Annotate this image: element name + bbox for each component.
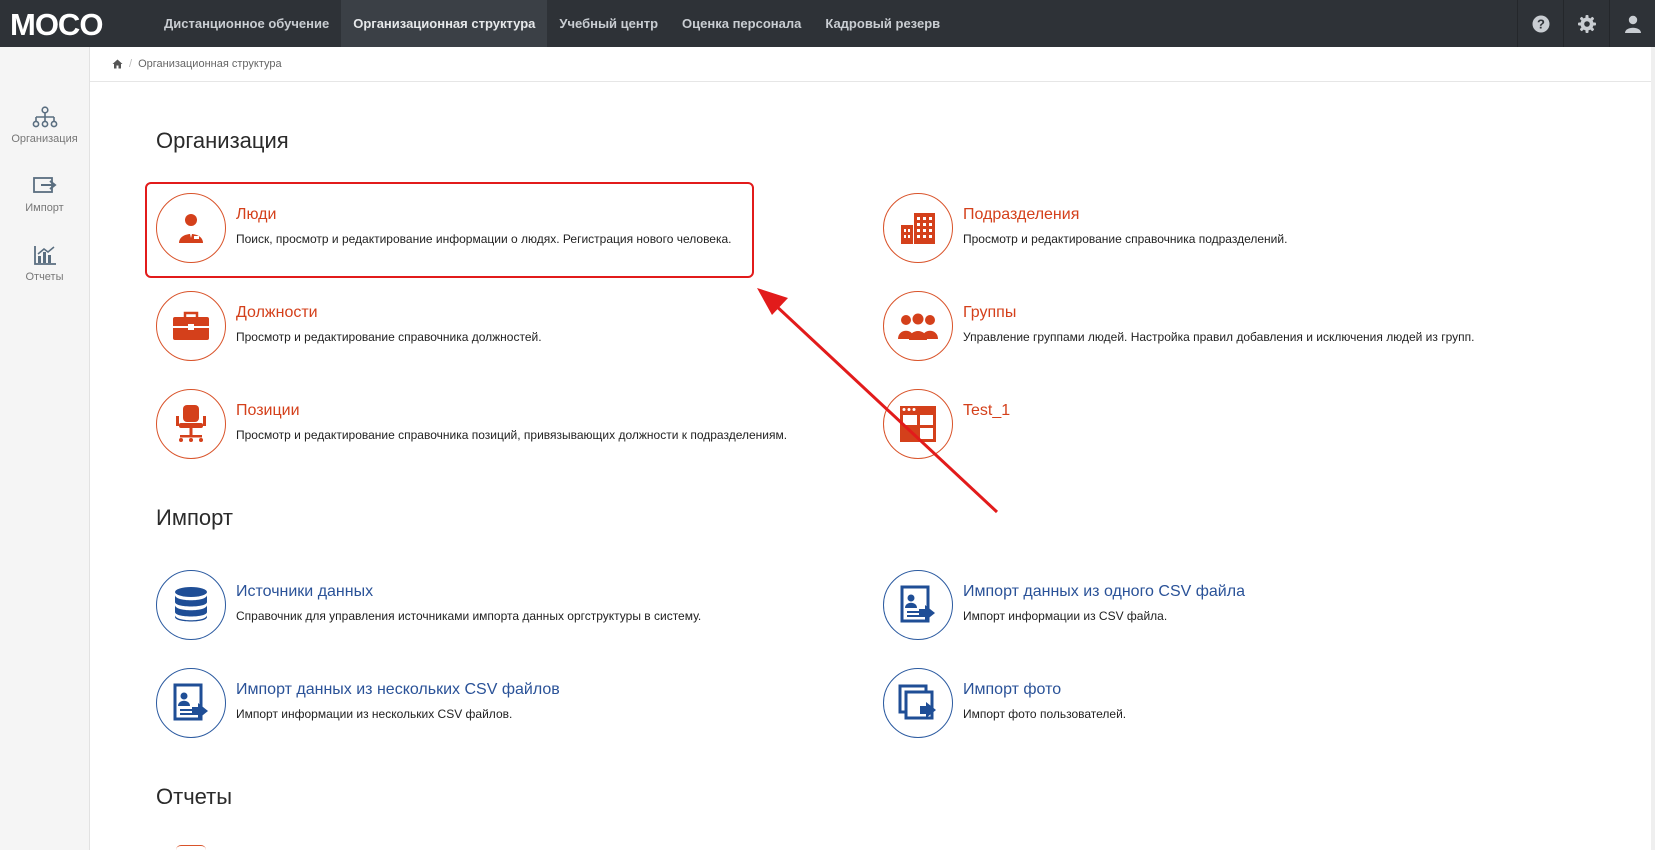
card-icon-circle	[883, 193, 953, 263]
sidebar-item-label: Импорт	[25, 202, 64, 214]
card-description: Управление группами людей. Настройка пра…	[963, 330, 1475, 344]
card-description: Импорт фото пользователей.	[963, 707, 1127, 721]
csv-multi-import-icon	[173, 683, 208, 721]
card-title[interactable]: Позиции	[236, 402, 787, 420]
partial-card-circle	[176, 845, 206, 850]
office-chair-icon	[176, 405, 206, 442]
sidebar-item-label: Организация	[11, 133, 78, 145]
question-icon: ?	[1532, 15, 1549, 32]
briefcase-icon	[173, 311, 209, 340]
card-data-sources[interactable]: Источники данных Справочник для управлен…	[156, 570, 796, 646]
card-test-1[interactable]: Test_1	[883, 389, 1523, 465]
help-button[interactable]: ?	[1517, 0, 1563, 47]
card-title[interactable]: Должности	[236, 304, 542, 322]
nav-org-structure[interactable]: Организационная структура	[341, 0, 548, 47]
nav-talent-pool[interactable]: Кадровый резерв	[813, 0, 952, 47]
top-bar: MOCO Дистанционное обучение Организацион…	[0, 0, 1655, 47]
card-icon-circle	[156, 570, 226, 640]
main-nav: Дистанционное обучение Организационная с…	[152, 0, 952, 47]
home-icon[interactable]	[112, 59, 123, 69]
card-icon-circle	[156, 668, 226, 738]
user-icon	[1624, 15, 1641, 33]
section-title-organization: Организация	[156, 128, 289, 153]
database-icon	[175, 587, 207, 622]
card-icon-circle	[883, 291, 953, 361]
card-title[interactable]: Импорт фото	[963, 681, 1126, 699]
sidebar-item-label: Отчеты	[25, 271, 64, 283]
card-title[interactable]: Подразделения	[963, 206, 1287, 224]
card-photo-import[interactable]: Импорт фото Импорт фото пользователей.	[883, 668, 1523, 744]
sidebar-item-import[interactable]: Импорт	[0, 160, 89, 229]
group-icon	[898, 313, 938, 340]
card-positions[interactable]: Позиции Просмотр и редактирование справо…	[156, 389, 796, 465]
photo-import-icon	[898, 684, 936, 720]
svg-text:?: ?	[1537, 16, 1545, 31]
gear-icon	[1577, 14, 1596, 33]
card-icon-circle	[883, 389, 953, 459]
moco-logo[interactable]: MOCO	[0, 0, 152, 47]
card-icon-circle	[156, 291, 226, 361]
window-layout-icon	[900, 406, 936, 442]
logo-icon: MOCO	[10, 9, 103, 39]
card-single-csv-import[interactable]: Импорт данных из одного CSV файла Импорт…	[883, 570, 1523, 646]
import-icon	[32, 177, 57, 193]
sidebar-item-reports[interactable]: Отчеты	[0, 229, 89, 298]
card-title[interactable]: Test_1	[963, 402, 1010, 420]
card-title[interactable]: Импорт данных из одного CSV файла	[963, 583, 1245, 601]
card-multi-csv-import[interactable]: Импорт данных из нескольких CSV файлов И…	[156, 668, 796, 744]
nav-personnel-assessment[interactable]: Оценка персонала	[670, 0, 813, 47]
card-description: Импорт информации из CSV файла.	[963, 609, 1168, 623]
card-title[interactable]: Импорт данных из нескольких CSV файлов	[236, 681, 560, 699]
card-description: Просмотр и редактирование справочника до…	[236, 330, 542, 344]
card-departments[interactable]: Подразделения Просмотр и редактирование …	[883, 193, 1523, 269]
card-icon-circle	[883, 570, 953, 640]
card-description: Импорт информации из нескольких CSV файл…	[236, 707, 513, 721]
card-description: Просмотр и редактирование справочника по…	[236, 428, 788, 442]
card-positions-jobs[interactable]: Должности Просмотр и редактирование спра…	[156, 291, 796, 367]
card-title[interactable]: Источники данных	[236, 583, 701, 601]
section-title-import: Импорт	[156, 505, 233, 530]
user-menu-button[interactable]	[1609, 0, 1655, 47]
card-title[interactable]: Группы	[963, 304, 1474, 322]
nav-training-center[interactable]: Учебный центр	[547, 0, 670, 47]
left-sidebar: Организация Импорт Отчеты	[0, 47, 90, 850]
card-description: Просмотр и редактирование справочника по…	[963, 232, 1288, 246]
top-right-tools: ?	[1517, 0, 1655, 47]
sidebar-item-organization[interactable]: Организация	[0, 91, 89, 160]
chart-icon	[33, 246, 56, 265]
scrollbar[interactable]	[1651, 47, 1655, 850]
card-description: Справочник для управления источниками им…	[236, 609, 702, 623]
breadcrumb-current: Организационная структура	[138, 58, 282, 70]
card-groups[interactable]: Группы Управление группами людей. Настро…	[883, 291, 1523, 367]
breadcrumb-separator: /	[129, 58, 133, 70]
settings-button[interactable]	[1563, 0, 1609, 47]
nav-distance-learning[interactable]: Дистанционное обучение	[152, 0, 341, 47]
section-title-reports: Отчеты	[156, 784, 233, 809]
svg-text:MOCO: MOCO	[10, 9, 102, 39]
annotation-highlight-box	[145, 182, 754, 278]
csv-import-icon	[900, 585, 935, 623]
buildings-icon	[901, 213, 935, 244]
card-icon-circle	[883, 668, 953, 738]
breadcrumb: / Организационная структура	[90, 47, 1655, 82]
card-icon-circle	[156, 389, 226, 459]
org-tree-icon	[32, 106, 57, 128]
